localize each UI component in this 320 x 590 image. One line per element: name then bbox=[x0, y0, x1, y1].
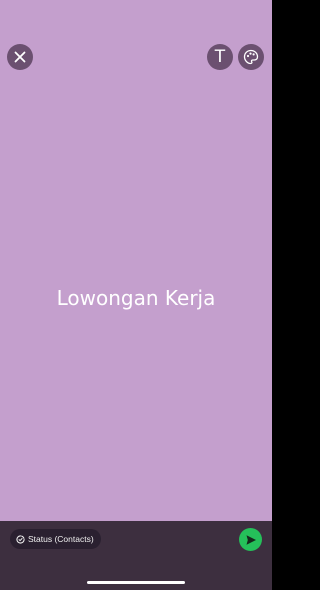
composer-footer: Status (Contacts) bbox=[0, 521, 272, 590]
text-tool-icon: T bbox=[214, 46, 226, 67]
status-audience-label: Status (Contacts) bbox=[28, 534, 94, 544]
close-icon bbox=[14, 51, 26, 63]
close-button[interactable] bbox=[7, 44, 33, 70]
status-canvas[interactable]: T Lowongan Kerja bbox=[0, 0, 272, 521]
text-tool-button[interactable]: T bbox=[207, 44, 233, 70]
background-color-button[interactable] bbox=[238, 44, 264, 70]
status-icon bbox=[16, 534, 25, 544]
send-icon bbox=[246, 534, 256, 545]
status-audience-button[interactable]: Status (Contacts) bbox=[10, 529, 101, 549]
home-indicator bbox=[87, 581, 185, 584]
status-text[interactable]: Lowongan Kerja bbox=[0, 285, 272, 311]
palette-icon bbox=[243, 49, 259, 65]
send-button[interactable] bbox=[239, 528, 262, 551]
status-composer-screen: T Lowongan Kerja Status (Contacts) bbox=[0, 0, 272, 590]
